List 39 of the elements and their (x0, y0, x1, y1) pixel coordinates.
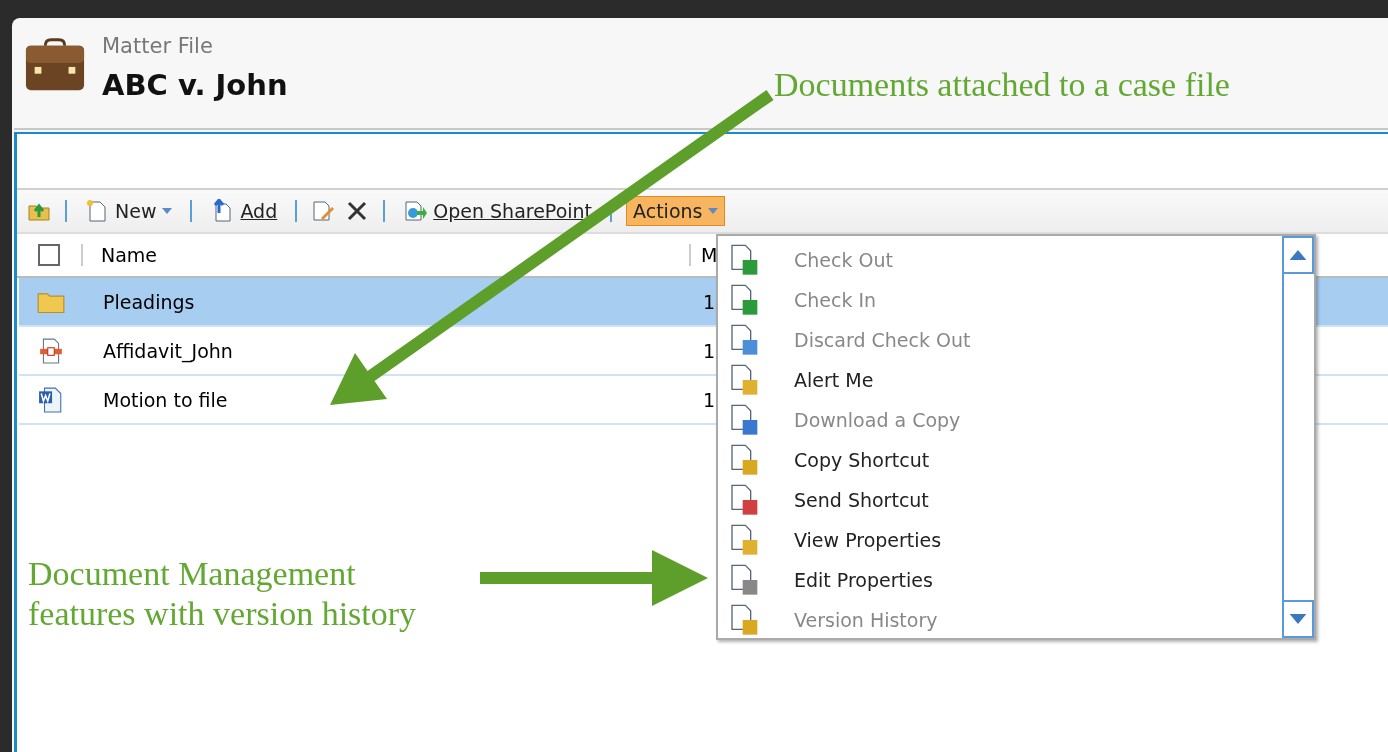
menu-item[interactable]: View Properties (718, 520, 1282, 560)
briefcase-icon (24, 37, 86, 93)
document-icon (728, 444, 760, 476)
menu-item[interactable]: Send Shortcut (718, 480, 1282, 520)
file-name: Motion to file (102, 388, 229, 411)
document-icon (728, 484, 760, 516)
document-icon (728, 324, 760, 356)
table-cell-text: 1 (702, 339, 716, 362)
edit-icon[interactable] (311, 199, 336, 223)
scroll-up-button[interactable] (1282, 236, 1314, 274)
document-icon (728, 404, 760, 436)
document-icon (728, 564, 760, 596)
record-type: Matter File (102, 34, 214, 58)
new-button[interactable]: New (81, 197, 177, 225)
scroll-down-button[interactable] (1282, 600, 1314, 638)
table-cell-text: 1 (702, 388, 716, 411)
caret-icon (162, 208, 173, 214)
menu-item[interactable]: Edit Properties (718, 560, 1282, 600)
down-arrow-icon (1289, 614, 1307, 624)
document-icon (728, 364, 760, 396)
annotation-text: Documents attached to a case file (774, 66, 1230, 104)
select-all-checkbox[interactable] (38, 244, 60, 266)
caret-icon (708, 208, 719, 214)
file-name: Pleadings (102, 290, 196, 313)
annotation-text: Document Management features with version history (28, 554, 418, 634)
document-icon (37, 337, 65, 364)
document-icon (728, 284, 760, 316)
document-icon (728, 244, 760, 276)
menu-item[interactable]: Copy Shortcut (718, 440, 1282, 480)
actions-button[interactable]: Actions (626, 196, 726, 226)
file-name: Affidavit_John (102, 339, 234, 362)
add-button[interactable]: Add (206, 197, 282, 225)
document-icon (728, 604, 760, 636)
globe-document-icon (403, 199, 428, 223)
record-title: ABC v. John (102, 68, 288, 102)
up-arrow-icon (1289, 250, 1307, 260)
new-document-icon (85, 199, 109, 223)
table-cell-text: 1 (702, 290, 716, 313)
document-icon (728, 524, 760, 556)
